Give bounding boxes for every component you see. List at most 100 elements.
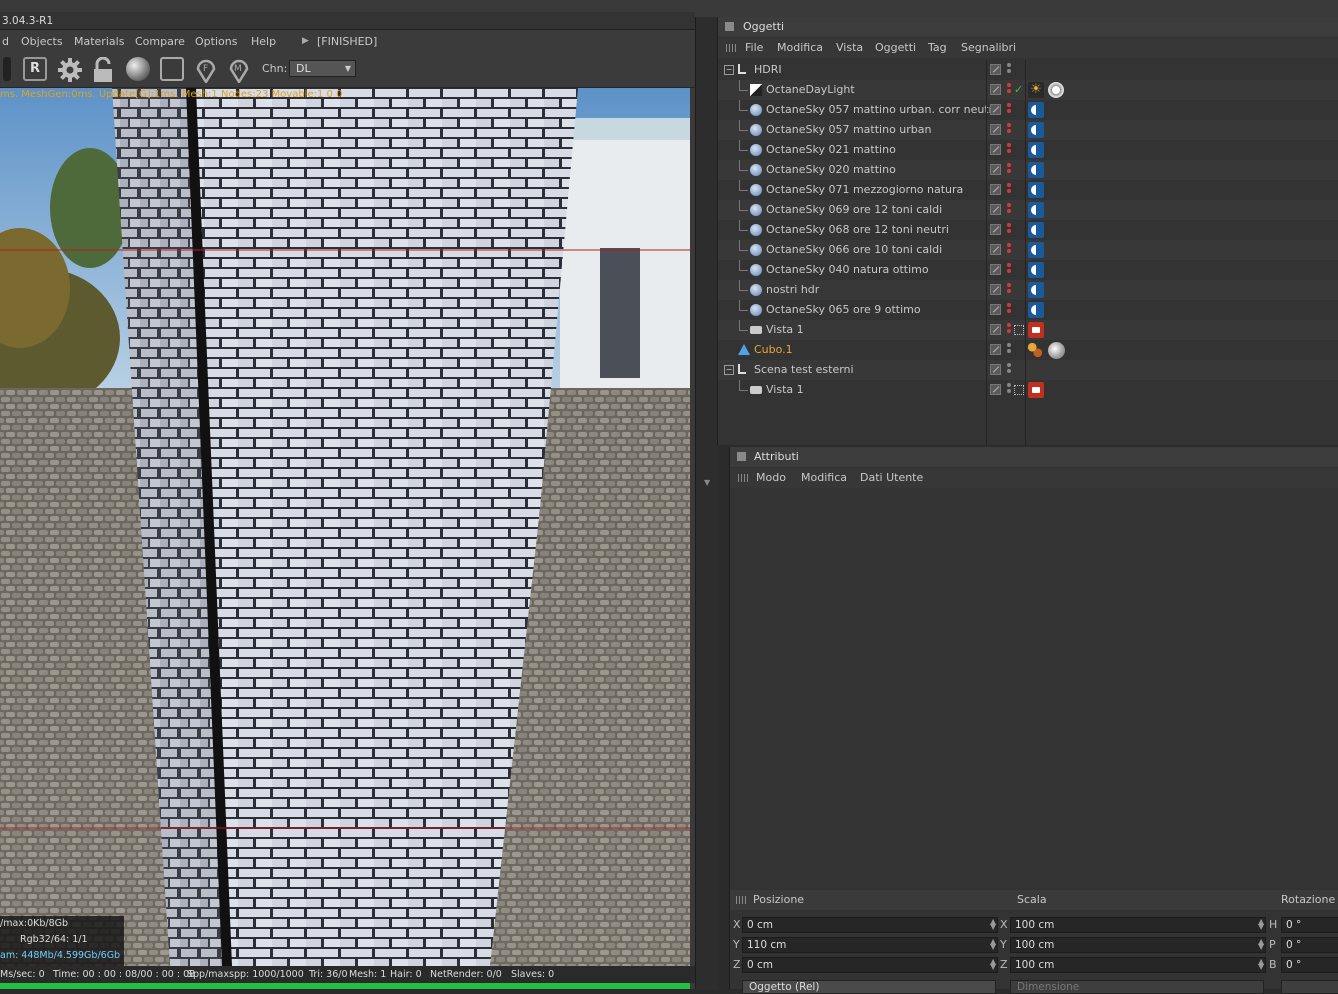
spinner-icon[interactable]: ▲ ▼ (1258, 918, 1264, 931)
object-name[interactable]: nostri hdr (766, 280, 819, 300)
material-tag-icon[interactable] (1048, 342, 1065, 359)
visibility-dots-icon[interactable] (1007, 63, 1012, 77)
object-name[interactable]: OctaneDayLight (766, 80, 855, 100)
am-menu-modo[interactable]: Modo (756, 468, 786, 488)
menu-item-help[interactable]: Help (251, 31, 276, 52)
object-name[interactable]: OctaneSky 065 ore 9 ottimo (766, 300, 921, 320)
om-menu-file[interactable]: File (745, 38, 763, 58)
tree-row[interactable]: OctaneSky 057 mattino urban. corr neutra (718, 100, 1338, 120)
visibility-dots-icon[interactable] (1007, 343, 1012, 357)
octane-environment-tag-icon[interactable] (1028, 142, 1044, 158)
octane-environment-tag-icon[interactable] (1028, 182, 1044, 198)
layer-toggle-icon[interactable] (990, 324, 1001, 335)
layer-toggle-icon[interactable] (990, 184, 1001, 195)
visibility-dots-icon[interactable] (1007, 143, 1012, 157)
object-name[interactable]: OctaneSky 020 mattino (766, 160, 896, 180)
layer-toggle-icon[interactable] (990, 284, 1001, 295)
tree-row[interactable]: OctaneSky 020 mattino (718, 160, 1338, 180)
octane-environment-tag-icon[interactable] (1028, 302, 1044, 318)
uvw-tag-icon[interactable] (1028, 343, 1042, 357)
layer-toggle-icon[interactable] (990, 364, 1001, 375)
om-menu-modifica[interactable]: Modifica (777, 38, 823, 58)
object-name[interactable]: Vista 1 (766, 380, 804, 400)
visibility-dots-icon[interactable] (1007, 263, 1012, 277)
visibility-dots-icon[interactable] (1007, 123, 1012, 137)
tree-row[interactable]: OctaneDayLight ✓ ☀ (718, 80, 1338, 100)
focus-pick-icon[interactable]: F (195, 57, 219, 85)
restart-render-icon[interactable]: R (23, 57, 47, 81)
channel-select[interactable]: DL ▼ (289, 60, 356, 77)
layer-toggle-icon[interactable] (990, 224, 1001, 235)
coord-mode-select[interactable]: Oggetto (Rel) (742, 980, 996, 994)
layer-toggle-icon[interactable] (990, 344, 1001, 355)
menu-item-options[interactable]: Options (195, 31, 237, 52)
tree-row[interactable]: Vista 1 (718, 380, 1338, 400)
octane-camera-tag-icon[interactable] (1028, 382, 1044, 398)
rotation-b-field[interactable]: 0 ° (1281, 957, 1338, 973)
position-z-field[interactable]: 0 cm (742, 957, 998, 973)
octane-environment-tag-icon[interactable] (1028, 262, 1044, 278)
visibility-dots-icon[interactable] (1007, 163, 1012, 177)
visibility-dots-icon[interactable] (1007, 243, 1012, 257)
toolbar-grip-icon[interactable] (3, 57, 11, 81)
visibility-dots-icon[interactable] (1007, 83, 1012, 97)
size-mode-select[interactable]: Dimensione (1010, 980, 1264, 994)
collapse-arrow-icon[interactable]: ▼ (704, 478, 710, 487)
menu-item-d[interactable]: d (2, 31, 9, 52)
tree-row[interactable]: OctaneSky 057 mattino urban (718, 120, 1338, 140)
menu-item-objects[interactable]: Objects (21, 31, 63, 52)
panel-menu-icon[interactable] (737, 452, 746, 461)
layer-toggle-icon[interactable] (990, 164, 1001, 175)
object-name[interactable]: OctaneSky 069 ore 12 toni caldi (766, 200, 942, 220)
spinner-icon[interactable]: ▲ ▼ (990, 938, 996, 951)
tree-row[interactable]: OctaneSky 066 ore 10 toni caldi (718, 240, 1338, 260)
menu-item-compare[interactable]: Compare (135, 31, 185, 52)
visibility-dots-icon[interactable] (1007, 323, 1012, 337)
layer-toggle-icon[interactable] (990, 264, 1001, 275)
object-name[interactable]: OctaneSky 071 mezzogiorno natura (766, 180, 963, 200)
settings-gear-icon[interactable] (57, 57, 82, 82)
layer-toggle-icon[interactable] (990, 384, 1001, 395)
scale-z-field[interactable]: 100 cm (1010, 957, 1266, 973)
layer-toggle-icon[interactable] (990, 64, 1001, 75)
tree-row[interactable]: − Scena test esterni (718, 360, 1338, 380)
object-name[interactable]: OctaneSky 057 mattino urban. corr neutra (766, 100, 1000, 120)
object-name[interactable]: OctaneSky 040 natura ottimo (766, 260, 929, 280)
spinner-icon[interactable]: ▲ ▼ (990, 958, 996, 971)
target-tag-icon[interactable] (1014, 385, 1024, 395)
layer-toggle-icon[interactable] (990, 244, 1001, 255)
layer-toggle-icon[interactable] (990, 84, 1001, 95)
object-name[interactable]: HDRI (754, 60, 782, 80)
object-name[interactable]: OctaneSky 066 ore 10 toni caldi (766, 240, 942, 260)
collapse-toggle-icon[interactable]: − (724, 65, 734, 75)
am-menu-dati-utente[interactable]: Dati Utente (860, 468, 923, 488)
light-tag-icon[interactable] (1048, 82, 1064, 98)
visibility-dots-icon[interactable] (1007, 103, 1012, 117)
spinner-icon[interactable]: ▲ ▼ (1258, 938, 1264, 951)
octane-environment-tag-icon[interactable] (1028, 242, 1044, 258)
visibility-dots-icon[interactable] (1007, 183, 1012, 197)
material-sphere-icon[interactable] (126, 57, 150, 81)
object-name[interactable]: Vista 1 (766, 320, 804, 340)
layer-toggle-icon[interactable] (990, 124, 1001, 135)
om-menu-oggetti[interactable]: Oggetti (875, 38, 916, 58)
tree-row[interactable]: − HDRI (718, 60, 1338, 80)
scale-x-field[interactable]: 100 cm (1010, 917, 1266, 933)
object-name[interactable]: OctaneSky 057 mattino urban (766, 120, 931, 140)
tree-row[interactable]: OctaneSky 040 natura ottimo (718, 260, 1338, 280)
menu-item-materials[interactable]: Materials (74, 31, 124, 52)
lock-icon[interactable] (92, 56, 116, 82)
enabled-check-icon[interactable]: ✓ (1014, 80, 1023, 100)
layer-toggle-icon[interactable] (990, 104, 1001, 115)
visibility-dots-icon[interactable] (1007, 203, 1012, 217)
rotation-h-field[interactable]: 0 ° (1281, 917, 1338, 933)
octane-environment-tag-icon[interactable] (1028, 282, 1044, 298)
region-render-icon[interactable] (160, 57, 184, 81)
rotation-p-field[interactable]: 0 ° (1281, 937, 1338, 953)
visibility-dots-icon[interactable] (1007, 283, 1012, 297)
collapse-toggle-icon[interactable]: − (724, 365, 734, 375)
visibility-dots-icon[interactable] (1007, 303, 1012, 317)
object-name[interactable]: Scena test esterni (754, 360, 854, 380)
object-name[interactable]: OctaneSky 068 ore 12 toni neutri (766, 220, 949, 240)
octane-environment-tag-icon[interactable] (1028, 102, 1044, 118)
